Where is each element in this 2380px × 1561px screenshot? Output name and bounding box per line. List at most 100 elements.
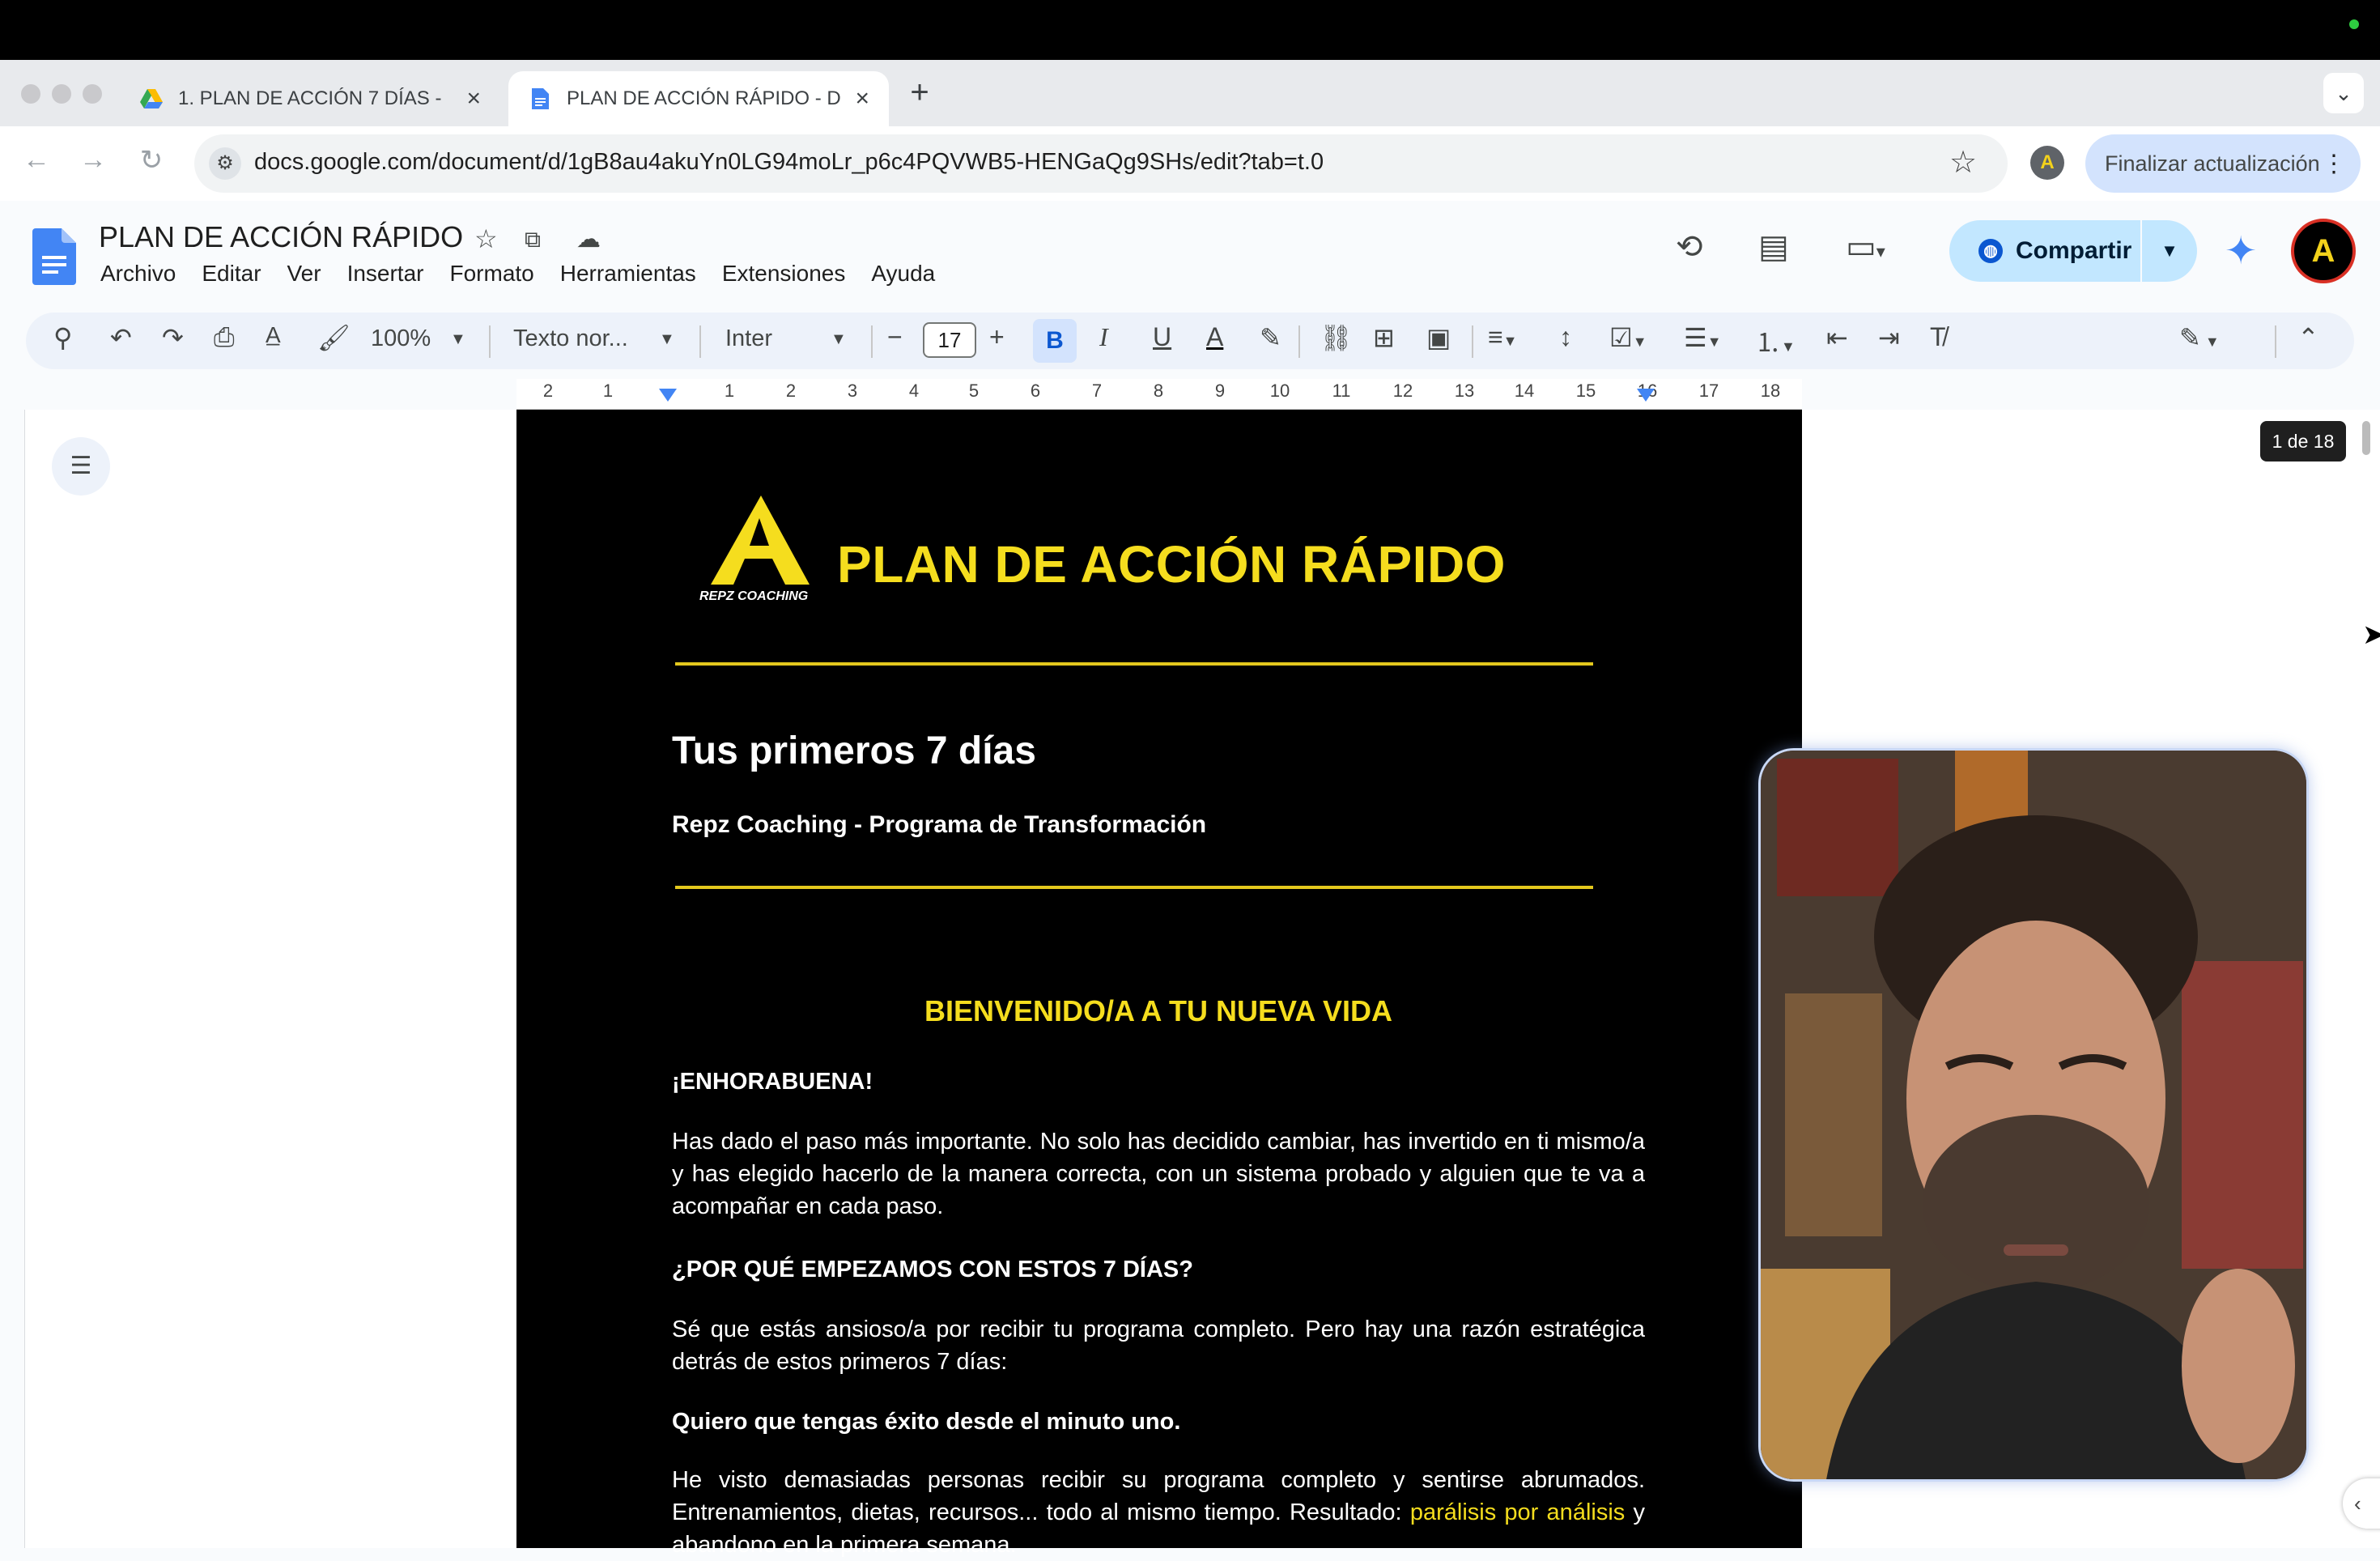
print-icon[interactable]: ⎙ xyxy=(214,322,235,353)
editing-mode-icon[interactable]: ✎ ▼ xyxy=(2179,322,2220,353)
ruler-number: 17 xyxy=(1698,381,1719,401)
font-size-input[interactable]: 17 xyxy=(923,322,976,358)
underline-icon[interactable]: U xyxy=(1153,322,1171,352)
menu-archivo[interactable]: Archivo xyxy=(100,261,176,287)
toolbar-divider xyxy=(1298,325,1300,358)
tab-search-button[interactable]: ⌄ xyxy=(2323,73,2364,113)
align-icon[interactable]: ≡▼ xyxy=(1488,322,1518,352)
chevron-down-icon[interactable]: ▼ xyxy=(450,330,466,349)
tab-strip: 1. PLAN DE ACCIÓN 7 DÍAS - × PLAN DE ACC… xyxy=(0,60,2380,126)
collapse-menus-icon[interactable]: ⌃ xyxy=(2297,322,2319,353)
system-top-bar xyxy=(0,0,2380,60)
search-icon[interactable]: ⚲ xyxy=(53,322,72,353)
highlight-icon[interactable]: ✎ xyxy=(1260,322,1281,353)
text-color-icon[interactable]: A xyxy=(1206,322,1223,352)
paragraph-style-select[interactable]: Texto nor... xyxy=(513,325,628,352)
toolbar-divider xyxy=(489,325,491,358)
bold-button[interactable]: B xyxy=(1033,319,1077,363)
close-window-icon[interactable] xyxy=(21,84,40,104)
url-text[interactable]: docs.google.com/document/d/1gB8au4akuYn0… xyxy=(254,149,1324,176)
menu-formato[interactable]: Formato xyxy=(450,261,534,287)
ruler-number: 4 xyxy=(908,381,920,401)
ruler-number: 15 xyxy=(1575,381,1596,401)
menu-ver[interactable]: Ver xyxy=(287,261,321,287)
italic-icon[interactable]: I xyxy=(1099,322,1108,352)
link-icon[interactable]: ⛓ xyxy=(1320,322,1353,353)
share-button[interactable]: ◍ Compartir ▼ xyxy=(1949,220,2197,282)
minimize-window-icon[interactable] xyxy=(52,84,71,104)
comment-icon[interactable]: ▤ xyxy=(1758,228,1789,266)
star-icon[interactable]: ☆ xyxy=(474,223,498,254)
tab-label: PLAN DE ACCIÓN RÁPIDO - D xyxy=(567,87,841,109)
increase-indent-icon[interactable]: ⇥ xyxy=(1878,322,1900,353)
spellcheck-icon[interactable]: A̲ xyxy=(266,322,281,348)
bookmark-star-icon[interactable]: ☆ xyxy=(1949,144,1977,181)
document-title[interactable]: PLAN DE ACCIÓN RÁPIDO xyxy=(99,220,463,254)
left-margin-area xyxy=(24,410,516,1548)
zoom-select[interactable]: 100% xyxy=(371,325,431,352)
chevron-down-icon[interactable]: ▼ xyxy=(659,330,675,349)
document-heading[interactable]: PLAN DE ACCIÓN RÁPIDO xyxy=(837,534,1506,594)
presenter-video xyxy=(1761,751,2306,1479)
ruler-number: 1 xyxy=(724,381,735,401)
forward-icon[interactable]: → xyxy=(73,144,113,176)
tab-plan-rapido[interactable]: PLAN DE ACCIÓN RÁPIDO - D × xyxy=(508,71,889,126)
menu-editar[interactable]: Editar xyxy=(202,261,261,287)
document-subtitle[interactable]: Tus primeros 7 días xyxy=(672,729,1036,773)
tab-plan-7-dias[interactable]: 1. PLAN DE ACCIÓN 7 DÍAS - × xyxy=(120,71,500,126)
ruler-number: 18 xyxy=(1760,381,1781,401)
back-icon[interactable]: ← xyxy=(16,144,57,176)
paragraph-3[interactable]: He visto demasiadas personas recibir su … xyxy=(672,1464,1645,1561)
why-heading[interactable]: ¿POR QUÉ EMPEZAMOS CON ESTOS 7 DÍAS? xyxy=(672,1257,1193,1283)
browser-menu-icon[interactable]: ⋮ xyxy=(2322,150,2346,178)
line-spacing-icon[interactable]: ↕ xyxy=(1559,322,1572,352)
close-tab-icon[interactable]: × xyxy=(855,85,869,113)
meet-icon[interactable]: ▭▾ xyxy=(1846,228,1885,266)
font-family-select[interactable]: Inter xyxy=(725,325,772,352)
paragraph-1[interactable]: Has dado el paso más importante. No solo… xyxy=(672,1125,1645,1223)
profile-extension-icon[interactable]: A xyxy=(2030,146,2064,180)
cloud-status-icon[interactable]: ☁ xyxy=(576,225,601,253)
numbered-list-icon[interactable]: ⒈▼ xyxy=(1755,322,1796,359)
new-tab-button[interactable]: + xyxy=(903,74,936,111)
clear-formatting-icon[interactable]: T̸ xyxy=(1930,322,1946,352)
ruler-number: 9 xyxy=(1214,381,1226,401)
bullet-list-icon[interactable]: ☰▼ xyxy=(1684,322,1722,353)
scrollbar[interactable] xyxy=(2362,421,2370,455)
insert-image-icon[interactable]: ▣ xyxy=(1426,322,1451,353)
decrease-indent-icon[interactable]: ⇤ xyxy=(1826,322,1848,353)
avatar[interactable]: A xyxy=(2291,219,2356,283)
increase-font-size-icon[interactable]: + xyxy=(989,322,1005,352)
ruler-number: 2 xyxy=(785,381,797,401)
redo-icon[interactable]: ↷ xyxy=(162,322,184,353)
menu-insertar[interactable]: Insertar xyxy=(347,261,424,287)
video-overlay[interactable] xyxy=(1758,748,2309,1482)
menu-ayuda[interactable]: Ayuda xyxy=(871,261,935,287)
share-dropdown-icon[interactable]: ▼ xyxy=(2142,240,2197,262)
chevron-down-icon[interactable]: ▼ xyxy=(831,330,847,349)
congrats-line[interactable]: ¡ENHORABUENA! xyxy=(672,1069,873,1095)
welcome-heading[interactable]: BIENVENIDO/A A TU NUEVA VIDA xyxy=(672,994,1645,1028)
ruler-number: 12 xyxy=(1392,381,1413,401)
checklist-icon[interactable]: ☑▼ xyxy=(1609,322,1647,353)
reload-icon[interactable]: ↻ xyxy=(131,144,172,177)
menu-extensiones[interactable]: Extensiones xyxy=(722,261,846,287)
close-tab-icon[interactable]: × xyxy=(466,85,481,113)
yellow-divider xyxy=(675,886,1593,889)
move-folder-icon[interactable]: ⧉ xyxy=(525,227,541,253)
undo-icon[interactable]: ↶ xyxy=(110,322,132,353)
add-comment-icon[interactable]: ⊞ xyxy=(1373,322,1395,353)
maximize-window-icon[interactable] xyxy=(83,84,102,104)
gemini-icon[interactable]: ✦ xyxy=(2225,228,2257,274)
program-line[interactable]: Repz Coaching - Programa de Transformaci… xyxy=(672,811,1206,839)
site-settings-icon[interactable]: ⚙ xyxy=(209,147,241,180)
docs-logo-icon[interactable] xyxy=(32,228,76,285)
paragraph-2[interactable]: Sé que estás ansioso/a por recibir tu pr… xyxy=(672,1313,1645,1378)
outline-icon[interactable]: ☰ xyxy=(52,437,110,496)
update-browser-button[interactable]: Finalizar actualización ⋮ xyxy=(2085,134,2361,193)
success-line[interactable]: Quiero que tengas éxito desde el minuto … xyxy=(672,1409,1180,1436)
decrease-font-size-icon[interactable]: − xyxy=(887,322,903,352)
paint-format-icon[interactable]: 🖌 xyxy=(317,322,351,353)
history-icon[interactable]: ⟲ xyxy=(1676,228,1703,266)
menu-herramientas[interactable]: Herramientas xyxy=(560,261,696,287)
